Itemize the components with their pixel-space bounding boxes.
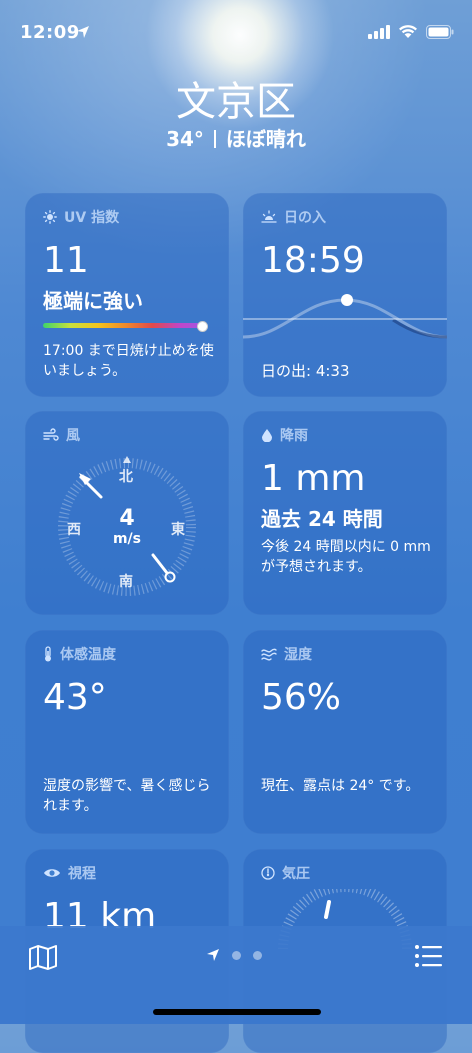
divider [213, 130, 216, 148]
page-indicator[interactable] [206, 948, 262, 962]
current-summary: 34° ほぼ晴れ [0, 126, 472, 152]
visibility-card-header: 視程 [43, 863, 96, 883]
feels-like-card[interactable]: 体感温度 43° 湿度の影響で、暑く感じられます。 [25, 630, 229, 834]
sun-path-graph [243, 294, 447, 339]
wind-unit: m/s [112, 531, 142, 547]
gauge-icon [261, 866, 275, 880]
raindrop-icon [262, 429, 272, 442]
bottom-toolbar [0, 926, 472, 1024]
sunrise-time: 日の出: 4:33 [261, 362, 350, 380]
battery-icon [426, 24, 454, 39]
humidity-card[interactable]: 湿度 56% 現在、露点は 24° です。 [243, 630, 447, 834]
sunset-time: 18:59 [261, 240, 365, 281]
home-indicator[interactable] [153, 1009, 321, 1015]
status-time: 12:09 [20, 22, 80, 43]
uv-level-marker [197, 321, 209, 332]
feels-like-desc: 湿度の影響で、暑く感じられます。 [43, 778, 211, 814]
uv-scale-bar [43, 323, 207, 328]
sunset-icon [261, 210, 277, 223]
humidity-card-title: 湿度 [284, 647, 312, 663]
uv-index-card[interactable]: UV 指数 11 極端に強い 17:00 まで日焼け止めを使いましょう。 [25, 193, 229, 397]
page-dot[interactable] [253, 950, 262, 960]
system-icons [368, 24, 454, 39]
feels-like-value: 43° [43, 677, 107, 718]
city-name: 文京区 [176, 79, 296, 125]
wind-card[interactable]: 風 北 南 東 西 4 m/s [25, 411, 229, 615]
humidity-desc: 現在、露点は 24° です。 [261, 778, 420, 794]
eye-icon [44, 869, 60, 877]
current-condition: ほぼ晴れ [225, 127, 306, 151]
humidity-value: 56% [261, 677, 342, 718]
sunset-card[interactable]: 日の入 18:59 日の出: 4:33 [243, 193, 447, 397]
uv-value: 11 [43, 240, 89, 281]
current-location-page-icon[interactable] [206, 948, 220, 962]
rainfall-period: 過去 24 時間 [261, 507, 383, 531]
feels-like-card-title: 体感温度 [60, 647, 116, 663]
sunset-card-header: 日の入 [261, 207, 326, 227]
humidity-icon [261, 648, 277, 661]
rainfall-forecast: 今後 24 時間以内に 0 mm が予想されます。 [261, 539, 431, 575]
cellular-signal-icon [368, 24, 390, 39]
current-temperature: 34° [166, 127, 204, 151]
map-icon[interactable] [28, 944, 58, 970]
wind-speed: 4 [119, 506, 135, 531]
location-arrow-icon [77, 26, 89, 38]
humidity-card-header: 湿度 [261, 644, 312, 664]
pressure-card-header: 気圧 [261, 863, 310, 883]
uv-card-header: UV 指数 [43, 207, 119, 227]
list-icon[interactable] [414, 944, 444, 968]
uv-level: 極端に強い [43, 289, 143, 313]
rainfall-card[interactable]: 降雨 1 mm 過去 24 時間 今後 24 時間以内に 0 mm が予想されま… [243, 411, 447, 615]
visibility-card-title: 視程 [68, 866, 96, 882]
wifi-icon [399, 25, 417, 38]
feels-like-card-header: 体感温度 [43, 644, 116, 664]
uv-advice: 17:00 まで日焼け止めを使いましょう。 [43, 343, 214, 379]
sunset-card-title: 日の入 [284, 210, 326, 226]
uv-card-title: UV 指数 [64, 210, 120, 226]
status-bar: 12:09 [0, 0, 472, 60]
rainfall-amount: 1 mm [261, 458, 366, 499]
location-header: 文京区 34° ほぼ晴れ [0, 78, 472, 152]
sun-icon [43, 210, 57, 224]
thermometer-icon [45, 646, 51, 662]
rainfall-card-title: 降雨 [280, 428, 308, 444]
rainfall-card-header: 降雨 [261, 425, 308, 445]
page-dot[interactable] [232, 950, 241, 960]
pressure-card-title: 気圧 [282, 866, 310, 882]
